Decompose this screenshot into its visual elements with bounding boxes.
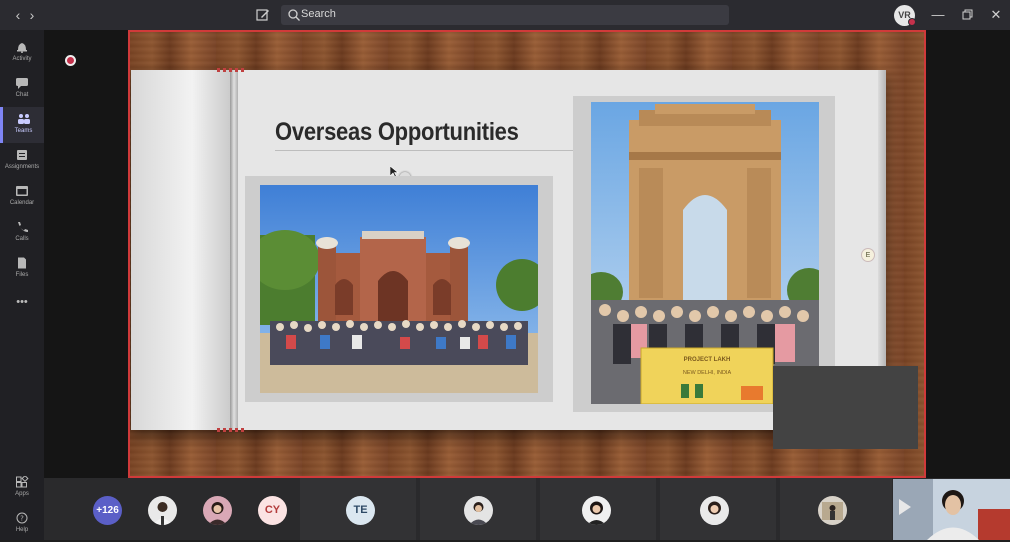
presence-status-icon: [908, 18, 916, 26]
group-photo-fort: [260, 185, 538, 393]
chevron-right-icon[interactable]: ›: [24, 7, 40, 23]
calendar-icon: [16, 186, 28, 196]
phone-icon: [18, 222, 28, 232]
teams-icon: [17, 114, 30, 124]
restore-icon[interactable]: [960, 7, 976, 23]
rail-item-activity[interactable]: Activity: [0, 35, 44, 71]
group-photo-india-gate: PROJECT LAKH NEW DELHI, INDIA: [591, 102, 819, 404]
compose-icon[interactable]: [255, 7, 271, 23]
rail-item-assignments[interactable]: Assignments: [0, 143, 44, 179]
binder-ring-top: [217, 68, 247, 72]
participant-avatar[interactable]: [464, 496, 493, 525]
rail-item-more[interactable]: •••: [0, 292, 44, 328]
bell-icon: [17, 43, 27, 53]
banner-line-1: PROJECT LAKH: [684, 357, 731, 363]
participant-avatar[interactable]: [818, 496, 847, 525]
book-left-page: [131, 70, 233, 430]
book-spine: [230, 70, 238, 430]
participant-avatar-initials[interactable]: TE: [346, 496, 375, 525]
app-rail: Activity Chat Teams Assignments Calendar…: [0, 30, 44, 540]
rail-item-calendar[interactable]: Calendar: [0, 179, 44, 215]
self-preview-tile: [773, 366, 918, 449]
close-icon[interactable]: ✕: [988, 7, 1004, 23]
rail-item-chat[interactable]: Chat: [0, 71, 44, 107]
page-marker-icon[interactable]: E: [861, 248, 875, 262]
binder-ring-bottom: [217, 428, 247, 432]
apps-icon: [16, 476, 29, 488]
title-bar: ‹ › Search VR — ✕: [0, 0, 1010, 30]
slide-title: Overseas Opportunities: [275, 118, 519, 146]
files-icon: [18, 257, 26, 269]
assignments-icon: [17, 150, 27, 160]
self-video-feed[interactable]: [893, 479, 1010, 540]
rail-item-help[interactable]: ? Help: [0, 506, 44, 542]
participant-avatar[interactable]: [582, 496, 611, 525]
help-icon: ?: [16, 512, 28, 524]
minimize-icon[interactable]: —: [930, 7, 946, 23]
participant-avatar[interactable]: [148, 496, 177, 525]
recording-indicator-icon: [65, 55, 76, 66]
participant-avatar[interactable]: [203, 496, 232, 525]
rail-item-teams[interactable]: Teams: [0, 107, 44, 143]
banner-line-2: NEW DELHI, INDIA: [683, 370, 732, 376]
rail-item-files[interactable]: Files: [0, 251, 44, 287]
more-icon: •••: [16, 296, 28, 308]
search-placeholder: Search: [301, 8, 336, 20]
participant-avatar[interactable]: [700, 496, 729, 525]
search-input[interactable]: Search: [281, 5, 729, 25]
rail-item-calls[interactable]: Calls: [0, 215, 44, 251]
search-icon: [287, 8, 301, 22]
svg-text:?: ?: [20, 515, 24, 523]
rail-item-apps[interactable]: Apps: [0, 470, 44, 506]
chat-icon: [16, 78, 28, 89]
overflow-participants-badge[interactable]: +126: [93, 496, 122, 525]
participant-avatar-initials[interactable]: CY: [258, 496, 287, 525]
